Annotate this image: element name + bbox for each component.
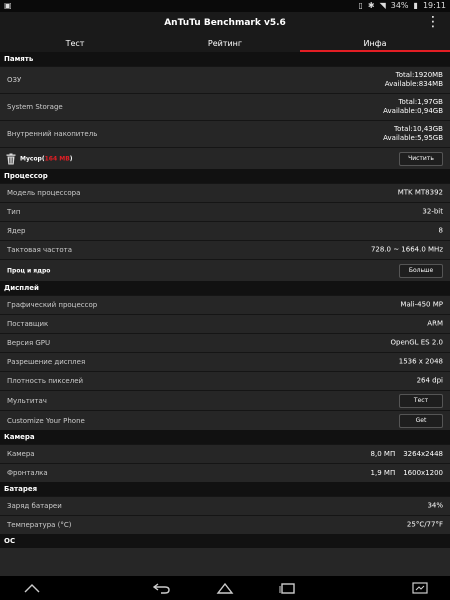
front-camera-mp: 1,9 МП [370, 469, 396, 477]
screenshot-notification-icon: ▣ [4, 1, 12, 10]
row-front-camera: Фронталка 1,9 МП 1600x1200 [0, 463, 450, 482]
row-battery-charge: Заряд батареи 34% [0, 496, 450, 515]
front-camera-res: 1600x1200 [403, 469, 443, 477]
row-label: System Storage [7, 103, 63, 111]
section-camera: Камера [0, 430, 450, 444]
camera-mp: 8,0 МП [370, 450, 396, 458]
system-storage-available: Available:0,94GB [383, 107, 443, 115]
tab-rating[interactable]: Рейтинг [150, 36, 300, 52]
row-density: Плотность пикселей 264 dpi [0, 371, 450, 390]
row-ram: ОЗУ Total:1920MB Available:834MB [0, 66, 450, 93]
row-cpu-cores: Ядер 8 [0, 221, 450, 240]
section-cpu: Процессор [0, 169, 450, 183]
clock: 19:11 [422, 1, 446, 10]
section-display: Дисплей [0, 281, 450, 295]
battery-icon: ▮ [413, 1, 418, 10]
section-os: ОС [0, 534, 450, 548]
recent-apps-icon[interactable] [278, 580, 298, 596]
app-title: AnTuTu Benchmark v5.6 [164, 18, 286, 28]
row-label: Внутренний накопитель [7, 130, 98, 138]
bluetooth-icon: ✱ [367, 1, 375, 10]
row-gpu-version: Версия GPU OpenGL ES 2.0 [0, 333, 450, 352]
overflow-menu-icon[interactable]: ⋮ [426, 15, 440, 29]
battery-percent: 34% [390, 1, 409, 10]
more-button[interactable]: Больше [399, 263, 443, 278]
trash-icon [6, 153, 16, 164]
row-customize: Customize Your Phone Get [0, 410, 450, 430]
screenshot-icon[interactable] [410, 580, 430, 596]
vibrate-icon: ▯ [358, 1, 363, 10]
wifi-icon: ◥ [379, 1, 386, 10]
row-cpu-more: Проц и ядро Больше [0, 259, 450, 281]
row-vendor: Поставщик ARM [0, 314, 450, 333]
get-button[interactable]: Get [399, 413, 443, 428]
tab-info[interactable]: Инфа [300, 36, 450, 52]
internal-available: Available:5,95GB [383, 134, 443, 142]
back-icon[interactable] [152, 580, 172, 596]
multitouch-test-button[interactable]: Тест [399, 393, 443, 408]
info-list[interactable]: Память ОЗУ Total:1920MB Available:834MB … [0, 52, 450, 576]
row-battery-temp: Температура (°C) 25°C/77°F [0, 515, 450, 534]
app-bar: AnTuTu Benchmark v5.6 ⋮ [0, 12, 450, 36]
row-cpu-model: Модель процессора MTK MT8392 [0, 183, 450, 202]
junk-label: Мусор( [20, 155, 45, 162]
tab-bar: Тест Рейтинг Инфа [0, 36, 450, 52]
junk-amount: 164 MB [44, 155, 70, 162]
row-cpu-type: Тип 32-bit [0, 202, 450, 221]
section-memory: Память [0, 52, 450, 66]
ram-total: Total:1920MB [395, 71, 443, 79]
tab-test[interactable]: Тест [0, 36, 150, 52]
row-camera: Камера 8,0 МП 3264x2448 [0, 444, 450, 463]
status-bar: ▣ ▯ ✱ ◥ 34% ▮ 19:11 [0, 0, 450, 12]
row-cpu-frequency: Тактовая частота 728.0 ~ 1664.0 MHz [0, 240, 450, 259]
row-system-storage: System Storage Total:1,97GB Available:0,… [0, 93, 450, 120]
camera-res: 3264x2448 [403, 450, 443, 458]
internal-total: Total:10,43GB [394, 125, 443, 133]
clean-button[interactable]: Чистить [399, 151, 443, 166]
row-label: ОЗУ [7, 76, 22, 84]
ram-available: Available:834MB [384, 80, 443, 88]
home-icon[interactable] [215, 580, 235, 596]
row-resolution: Разрешение дисплея 1536 x 2048 [0, 352, 450, 371]
row-junk: Мусор(164 MB) Чистить [0, 147, 450, 169]
system-storage-total: Total:1,97GB [398, 98, 443, 106]
row-multitouch: Мультитач Тест [0, 390, 450, 410]
navigation-bar [0, 576, 450, 600]
section-battery: Батарея [0, 482, 450, 496]
row-internal-storage: Внутренний накопитель Total:10,43GB Avai… [0, 120, 450, 147]
nav-up-icon[interactable] [22, 580, 42, 596]
row-gpu: Графический процессор Mali-450 MP [0, 295, 450, 314]
